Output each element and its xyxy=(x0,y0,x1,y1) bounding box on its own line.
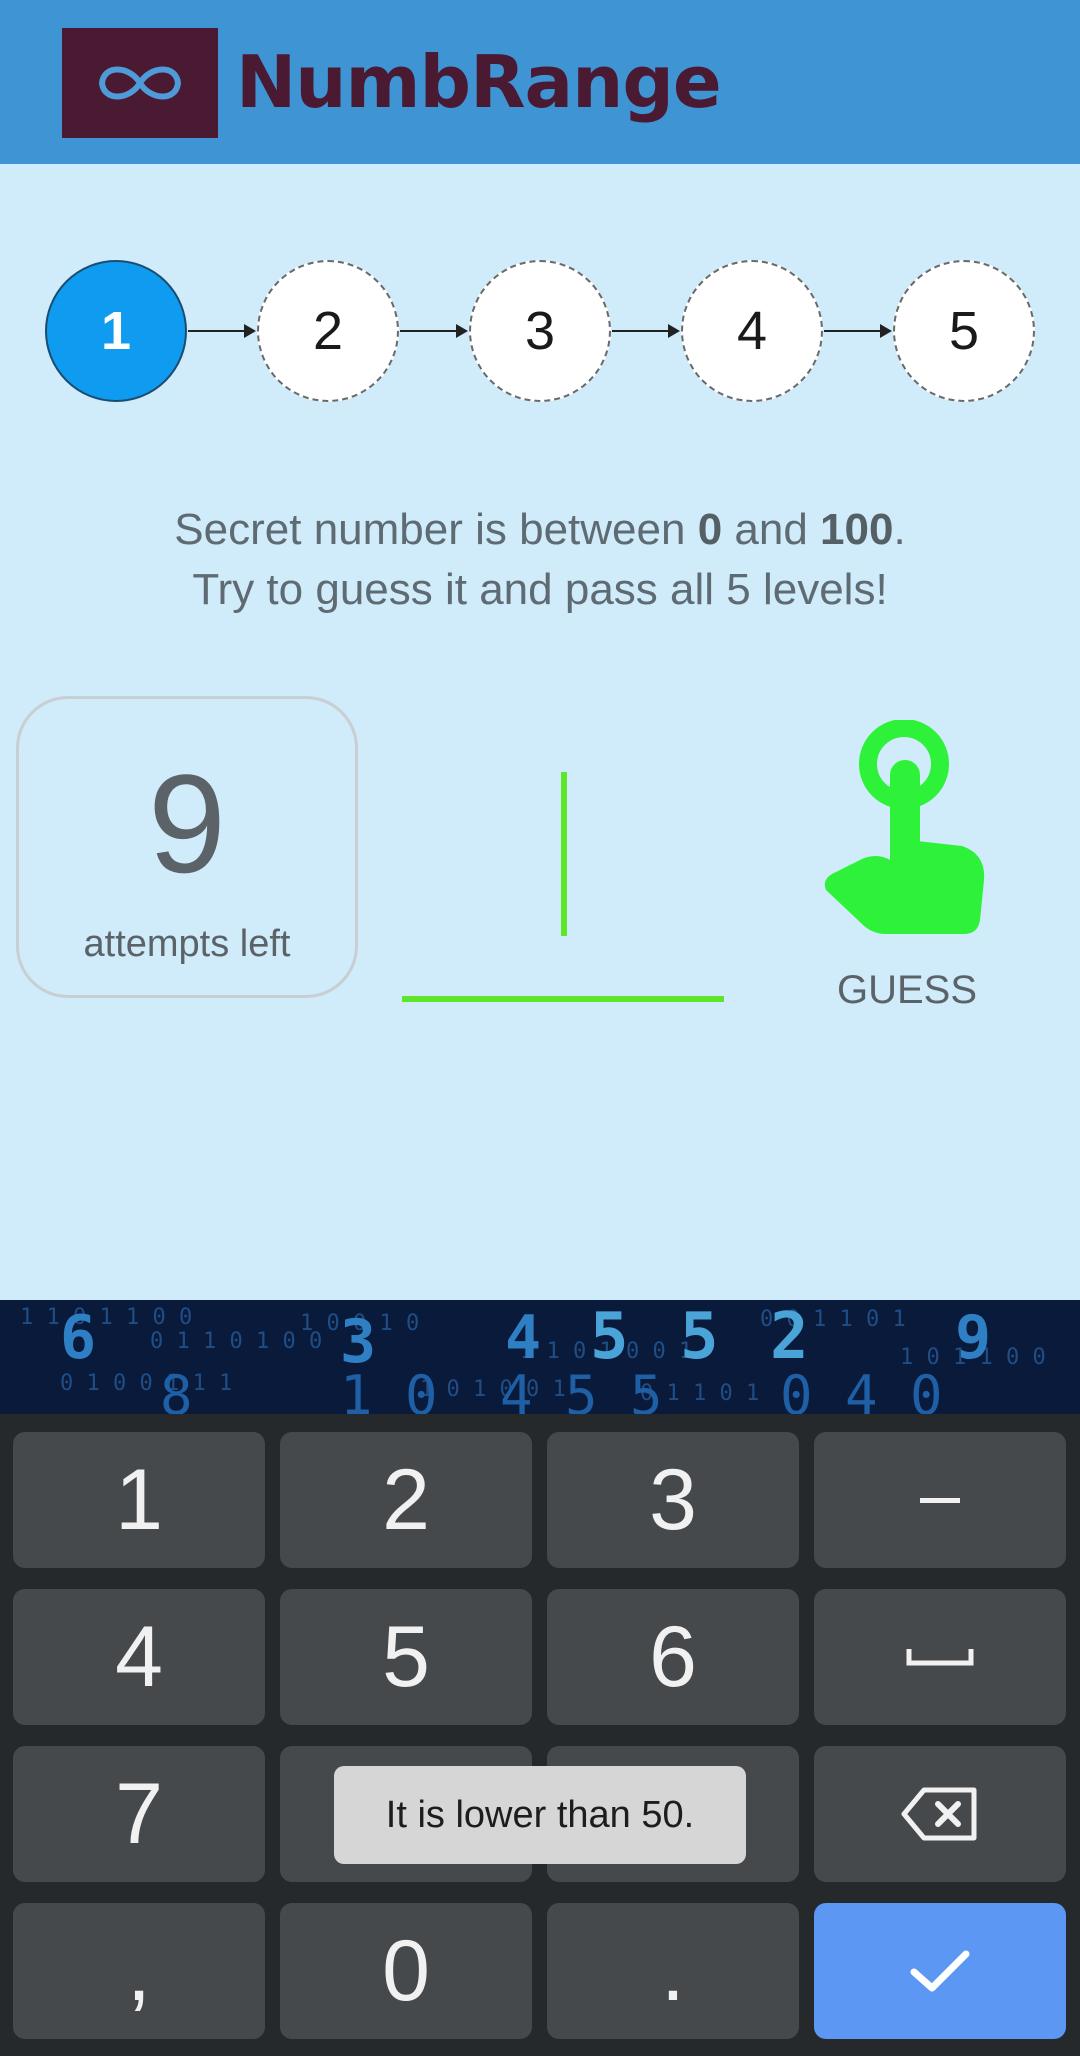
key-5[interactable]: 5 xyxy=(280,1589,532,1725)
instructions-text: Secret number is between 0 and 100. Try … xyxy=(0,500,1080,620)
svg-text:8: 8 xyxy=(160,1364,193,1414)
key-backspace[interactable] xyxy=(814,1746,1066,1882)
input-underline xyxy=(402,996,724,1002)
range-min: 0 xyxy=(697,505,723,554)
feedback-toast: It is lower than 50. xyxy=(334,1766,746,1864)
attempts-label: attempts left xyxy=(83,923,291,965)
range-line: Secret number is between 0 and 100. xyxy=(0,500,1080,560)
key-period[interactable]: . xyxy=(547,1903,799,2039)
digital-rain-graphic: 1 1 0 1 1 0 0 0 1 1 0 1 0 0 1 0 0 1 0 1 … xyxy=(20,1300,1046,1414)
step-arrow xyxy=(188,324,256,338)
app-logo xyxy=(62,28,218,138)
svg-text:0 4 0: 0 4 0 xyxy=(780,1364,943,1414)
guess-input[interactable] xyxy=(402,764,724,1004)
backspace-icon xyxy=(901,1787,977,1841)
goal-line: Try to guess it and pass all 5 levels! xyxy=(192,565,888,614)
key-1[interactable]: 1 xyxy=(13,1432,265,1568)
level-step-2: 2 xyxy=(257,260,399,402)
key-confirm[interactable] xyxy=(814,1903,1066,2039)
checkmark-icon xyxy=(910,1950,970,1992)
guess-button[interactable]: GUESS xyxy=(820,720,994,1020)
space-icon xyxy=(906,1649,974,1666)
app-title: NumbRange xyxy=(236,40,722,124)
step-arrow xyxy=(400,324,468,338)
svg-text:5: 5 xyxy=(680,1300,719,1374)
app-header: NumbRange xyxy=(0,0,1080,164)
range-prefix: Secret number is between xyxy=(174,505,698,554)
level-step-5: 5 xyxy=(893,260,1035,402)
svg-text:4: 4 xyxy=(505,1303,541,1373)
attempts-count: 9 xyxy=(148,745,226,902)
range-suffix: . xyxy=(893,505,906,554)
key-7[interactable]: 7 xyxy=(13,1746,265,1882)
minus-icon xyxy=(920,1498,960,1503)
svg-text:9: 9 xyxy=(955,1303,991,1373)
step-arrow xyxy=(824,324,892,338)
numeric-keyboard: 1 2 3 4 5 6 7 8 9 , 0 . xyxy=(0,1414,1080,2056)
level-step-1: 1 xyxy=(45,260,187,402)
text-cursor xyxy=(561,772,567,936)
tap-finger-icon xyxy=(824,720,985,934)
svg-text:0 1 1 0 1 0 0: 0 1 1 0 1 0 0 xyxy=(150,1329,322,1354)
svg-text:2: 2 xyxy=(770,1300,809,1374)
key-4[interactable]: 4 xyxy=(13,1589,265,1725)
key-6[interactable]: 6 xyxy=(547,1589,799,1725)
step-arrow xyxy=(612,324,680,338)
svg-text:6: 6 xyxy=(60,1303,96,1373)
attempts-card: 9 attempts left xyxy=(16,696,358,998)
svg-text:5: 5 xyxy=(590,1300,629,1374)
svg-text:4 5 5: 4 5 5 xyxy=(500,1364,663,1414)
matrix-banner: 1 1 0 1 1 0 0 0 1 1 0 1 0 0 1 0 0 1 0 1 … xyxy=(0,1300,1080,1414)
key-space[interactable] xyxy=(814,1589,1066,1725)
level-step-3: 3 xyxy=(469,260,611,402)
svg-text:1 1 0 1 1 0 0: 1 1 0 1 1 0 0 xyxy=(20,1305,192,1330)
svg-text:0 1 0 0 1 1 1: 0 1 0 0 1 1 1 xyxy=(60,1371,232,1396)
key-minus[interactable] xyxy=(814,1432,1066,1568)
key-comma[interactable]: , xyxy=(13,1903,265,2039)
svg-text:1 0: 1 0 xyxy=(340,1364,438,1414)
range-max: 100 xyxy=(820,505,894,554)
infinity-icon xyxy=(99,66,181,100)
key-3[interactable]: 3 xyxy=(547,1432,799,1568)
guess-label: GUESS xyxy=(836,968,978,1012)
range-middle: and xyxy=(722,505,821,554)
key-0[interactable]: 0 xyxy=(280,1903,532,2039)
level-step-4: 4 xyxy=(681,260,823,402)
level-stepper: 1 2 3 4 5 xyxy=(0,260,1080,410)
game-area: 1 2 3 4 5 Secret number is between 0 and… xyxy=(0,164,1080,1300)
key-2[interactable]: 2 xyxy=(280,1432,532,1568)
